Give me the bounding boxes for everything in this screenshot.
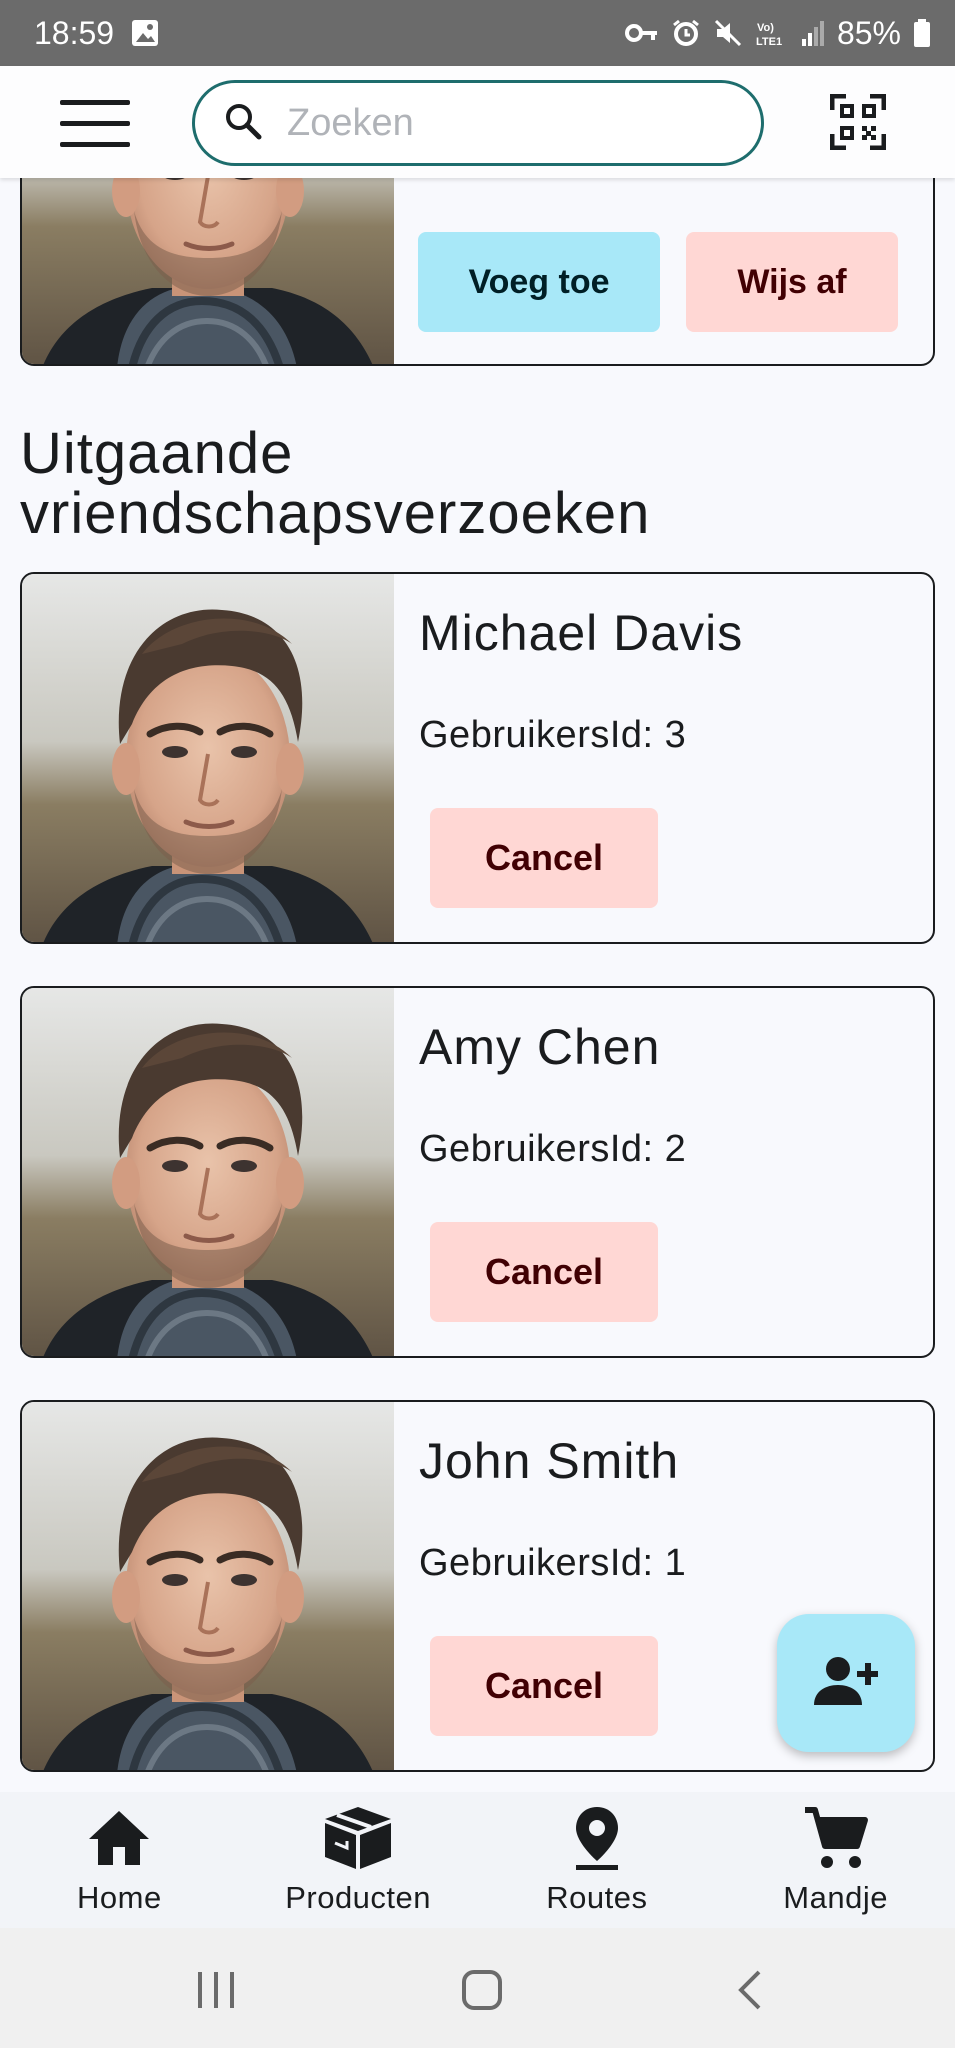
cart-icon (801, 1802, 871, 1874)
menu-line (60, 121, 130, 126)
volte-icon: Vo) LTE1 (755, 18, 789, 48)
person-add-icon (814, 1655, 878, 1712)
status-bar: 18:59 Vo) LTE1 85% (0, 0, 955, 66)
nav-cart[interactable]: Mandje (716, 1792, 955, 1928)
profile-photo (22, 988, 394, 1356)
cancel-request-button[interactable]: Cancel (430, 1222, 658, 1322)
nav-label: Producten (285, 1880, 432, 1915)
svg-text:Vo): Vo) (757, 22, 774, 34)
user-id: GebruikersId: 3 (419, 714, 687, 756)
outgoing-request-card: Amy Chen GebruikersId: 2 Cancel (20, 986, 935, 1358)
status-time: 18:59 (34, 14, 115, 51)
user-name: Amy Chen (419, 1019, 661, 1075)
add-friend-button[interactable] (777, 1614, 915, 1752)
user-name: John Smith (419, 1433, 680, 1489)
box-icon (323, 1802, 393, 1874)
profile-photo (22, 1402, 394, 1770)
signal-icon (801, 19, 825, 47)
user-id: GebruikersId: 1 (419, 1542, 687, 1584)
menu-line (60, 100, 130, 105)
incoming-request-card: Voeg toe Wijs af (20, 178, 935, 366)
section-title: Uitgaande vriendschapsverzoeken (20, 421, 651, 546)
status-left: 18:59 (34, 15, 160, 52)
accept-request-button[interactable]: Voeg toe (418, 232, 660, 332)
cancel-request-button[interactable]: Cancel (430, 808, 658, 908)
svg-text:LTE1: LTE1 (756, 36, 782, 48)
gallery-icon (130, 18, 160, 48)
back-icon[interactable] (720, 1968, 780, 2012)
content-scroll-area[interactable]: Voeg toe Wijs af Uitgaande vriendschapsv… (0, 178, 955, 1792)
user-id: GebruikersId: 2 (419, 1128, 687, 1170)
nav-home[interactable]: Home (0, 1792, 239, 1928)
location-pin-icon (562, 1802, 632, 1874)
qr-scan-icon[interactable] (829, 93, 887, 151)
system-navigation-bar (0, 1928, 955, 2048)
home-system-icon[interactable] (452, 1968, 512, 2012)
profile-photo (22, 574, 394, 942)
recent-apps-icon[interactable] (186, 1968, 246, 2012)
home-icon (84, 1802, 154, 1874)
cancel-request-button[interactable]: Cancel (430, 1636, 658, 1736)
search-input[interactable] (287, 101, 727, 145)
nav-label: Mandje (783, 1880, 888, 1915)
nav-label: Routes (546, 1880, 648, 1915)
status-right: Vo) LTE1 85% (624, 14, 931, 52)
app-bar (0, 66, 955, 178)
nav-products[interactable]: Producten (239, 1792, 478, 1928)
menu-line (60, 142, 130, 147)
user-name: Michael Davis (419, 605, 744, 661)
outgoing-request-card: Michael Davis GebruikersId: 3 Cancel (20, 572, 935, 944)
search-icon (223, 101, 263, 146)
battery-icon (913, 18, 931, 48)
alarm-icon (671, 18, 701, 48)
battery-percent: 85% (836, 14, 901, 51)
nav-routes[interactable]: Routes (478, 1792, 717, 1928)
profile-photo (22, 178, 394, 364)
nav-label: Home (77, 1880, 162, 1915)
vpn-key-icon (624, 22, 659, 44)
search-box[interactable] (192, 80, 764, 166)
mute-icon (713, 18, 743, 48)
reject-request-button[interactable]: Wijs af (686, 232, 898, 332)
bottom-navigation: Home Producten Routes Mandje (0, 1792, 955, 1928)
menu-button[interactable] (60, 100, 130, 148)
